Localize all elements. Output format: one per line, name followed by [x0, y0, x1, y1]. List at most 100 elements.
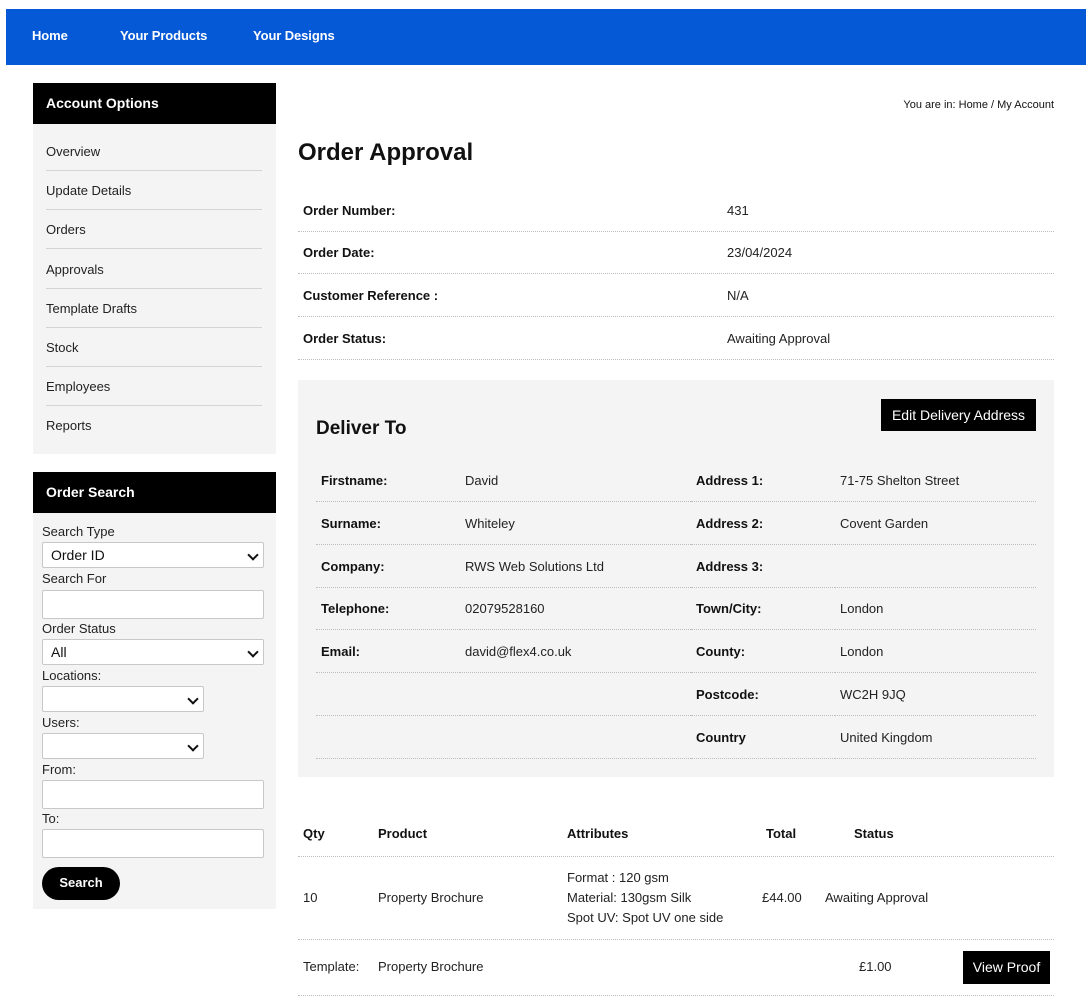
delivery-label: [316, 673, 460, 716]
view-proof-button[interactable]: View Proof: [963, 951, 1050, 984]
sidebar-item-template-drafts[interactable]: Template Drafts: [46, 289, 262, 328]
top-nav: Home Your Products Your Designs: [6, 9, 1086, 65]
locations-select[interactable]: [42, 686, 204, 712]
delivery-row: Company: RWS Web Solutions Ltd Address 3…: [316, 545, 1036, 588]
delivery-row: Telephone: 02079528160 Town/City: London: [316, 587, 1036, 630]
delivery-value: United Kingdom: [835, 716, 1036, 759]
sidebar-item-reports[interactable]: Reports: [46, 406, 262, 445]
delivery-label: Email:: [316, 630, 460, 673]
table-divider: [298, 995, 1054, 996]
sidebar-item-overview[interactable]: Overview: [46, 132, 262, 171]
nav-your-designs-link[interactable]: Your Designs: [253, 28, 335, 43]
account-options-title: Account Options: [33, 83, 276, 124]
search-for-input[interactable]: [42, 590, 264, 619]
search-for-label: Search For: [42, 571, 107, 586]
column-header-total: Total: [766, 826, 797, 841]
delivery-label: Address 3:: [691, 545, 835, 588]
order-status-row: Order Status: Awaiting Approval: [298, 317, 1054, 360]
info-label: Order Status:: [303, 331, 387, 346]
delivery-label: Country: [691, 716, 835, 759]
nav-your-products-link[interactable]: Your Products: [120, 28, 207, 43]
info-value: 431: [727, 203, 749, 218]
sidebar-item-stock[interactable]: Stock: [46, 328, 262, 367]
delivery-label: Postcode:: [691, 673, 835, 716]
delivery-label: Address 2:: [691, 502, 835, 545]
from-date-input[interactable]: [42, 780, 264, 809]
delivery-value: 71-75 Shelton Street: [835, 459, 1036, 502]
search-type-value: Order ID: [51, 547, 105, 563]
template-price: £1.00: [859, 959, 892, 974]
to-date-input[interactable]: [42, 829, 264, 858]
delivery-label: Address 1:: [691, 459, 835, 502]
product-qty: 10: [303, 890, 318, 905]
chevron-down-icon: [247, 646, 259, 658]
deliver-to-title: Deliver To: [316, 418, 407, 439]
locations-label: Locations:: [42, 668, 102, 683]
table-divider: [298, 939, 1054, 940]
order-status-label: Order Status: [42, 621, 116, 636]
product-total: £44.00: [762, 890, 802, 905]
info-value: N/A: [727, 288, 749, 303]
search-button[interactable]: Search: [42, 867, 120, 900]
info-value: Awaiting Approval: [727, 331, 831, 346]
chevron-down-icon: [187, 693, 199, 705]
to-label: To:: [42, 811, 60, 826]
column-header-attributes: Attributes: [567, 826, 629, 841]
delivery-label: Company:: [316, 545, 460, 588]
info-value: 23/04/2024: [727, 245, 793, 260]
delivery-value: David: [460, 459, 691, 502]
breadcrumb-prefix: You are in:: [903, 99, 959, 111]
from-label: From:: [42, 762, 76, 777]
template-label: Template:: [303, 959, 360, 974]
delivery-value: [835, 545, 1036, 588]
order-date-row: Order Date: 23/04/2024: [298, 231, 1054, 274]
info-label: Customer Reference :: [303, 288, 439, 303]
product-attribute: Spot UV: Spot UV one side: [567, 910, 724, 925]
delivery-label: Town/City:: [691, 587, 835, 630]
breadcrumb: You are in: Home / My Account: [903, 99, 1054, 111]
edit-delivery-address-button[interactable]: Edit Delivery Address: [881, 399, 1036, 431]
breadcrumb-current: My Account: [997, 99, 1054, 111]
sidebar-item-update-details[interactable]: Update Details: [46, 171, 262, 210]
order-search-title: Order Search: [33, 472, 276, 513]
info-label: Order Number:: [303, 203, 396, 218]
delivery-row: Postcode: WC2H 9JQ: [316, 673, 1036, 716]
users-select[interactable]: [42, 733, 204, 759]
column-header-qty: Qty: [303, 826, 325, 841]
customer-reference-row: Customer Reference : N/A: [298, 274, 1054, 317]
delivery-label: Surname:: [316, 502, 460, 545]
delivery-value: david@flex4.co.uk: [460, 630, 691, 673]
breadcrumb-home-link[interactable]: Home: [959, 99, 988, 111]
product-attribute: Format : 120 gsm: [567, 870, 669, 885]
delivery-value: [460, 716, 691, 759]
delivery-value: 02079528160: [460, 587, 691, 630]
delivery-value: WC2H 9JQ: [835, 673, 1036, 716]
delivery-value: London: [835, 587, 1036, 630]
product-status: Awaiting Approval: [825, 890, 929, 905]
delivery-row: Country United Kingdom: [316, 716, 1036, 759]
table-divider: [298, 856, 1054, 857]
breadcrumb-separator: /: [987, 99, 998, 111]
delivery-row: Surname: Whiteley Address 2: Covent Gard…: [316, 502, 1036, 545]
chevron-down-icon: [187, 740, 199, 752]
delivery-value: Covent Garden: [835, 502, 1036, 545]
page-title: Order Approval: [298, 139, 474, 166]
order-search-form: Search Type Order ID Search For Order St…: [33, 513, 276, 909]
deliver-to-panel: Deliver To Edit Delivery Address Firstna…: [298, 380, 1054, 777]
delivery-value: [460, 673, 691, 716]
order-status-select[interactable]: All: [42, 639, 264, 665]
account-options-menu: Overview Update Details Orders Approvals…: [33, 124, 276, 454]
delivery-label: County:: [691, 630, 835, 673]
delivery-label: Telephone:: [316, 587, 460, 630]
nav-home-link[interactable]: Home: [32, 28, 68, 43]
delivery-row: Email: david@flex4.co.uk County: London: [316, 630, 1036, 673]
search-type-select[interactable]: Order ID: [42, 542, 264, 568]
delivery-value: Whiteley: [460, 502, 691, 545]
users-label: Users:: [42, 715, 80, 730]
info-label: Order Date:: [303, 245, 375, 260]
sidebar-item-employees[interactable]: Employees: [46, 367, 262, 406]
sidebar-item-orders[interactable]: Orders: [46, 210, 262, 249]
column-header-status: Status: [854, 826, 894, 841]
sidebar-item-approvals[interactable]: Approvals: [46, 250, 262, 289]
product-attribute: Material: 130gsm Silk: [567, 890, 692, 905]
